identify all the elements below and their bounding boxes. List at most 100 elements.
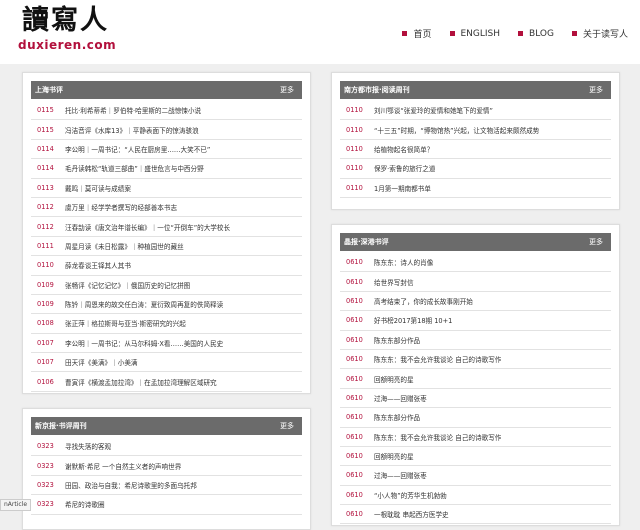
list-item[interactable]: 0323 希尼的诗歌圈 (31, 495, 302, 515)
item-title-link[interactable]: 陈钤｜周恩来的故交任白涛：夏衍致周再复的佚简释读 (65, 299, 223, 309)
item-title-link[interactable]: 陈东东：诗人的肖像 (374, 257, 433, 267)
panel-title[interactable]: 上海书评 (35, 86, 63, 94)
item-title-link[interactable]: 张正萍｜格拉斯哥与亚当·斯密研究的兴起 (65, 318, 186, 328)
list-item[interactable]: 0610 回额明亮的星 (340, 447, 611, 467)
item-title-link[interactable]: 给植物起名很简单？ (374, 144, 433, 154)
item-title-link[interactable]: 毛丹读韩松“轨道三部曲”｜盛世危言与中西分野 (65, 163, 204, 173)
panel-title[interactable]: 新京报·书评周刊 (35, 422, 87, 430)
item-title-link[interactable]: 寻找失落的客观 (65, 441, 111, 451)
item-title-link[interactable]: 田园、政治与自我：希尼诗歌里的多面乌托邦 (65, 480, 197, 490)
item-title-link[interactable]: “十三五”时期，“博物馆热”兴起，让文物活起来颇然成势 (374, 125, 539, 135)
item-title-link[interactable]: 高考结束了，你的成长故事刚开始 (374, 296, 473, 306)
list-item[interactable]: 0610 陈东东部分作品 (340, 331, 611, 350)
nav-item-english[interactable]: ENGLISH (449, 27, 500, 40)
item-title-link[interactable]: 李公明｜一周书记：“人民在厨房里……大笑不已” (65, 144, 210, 154)
item-title-link[interactable]: 戴鸣｜莫可读与成绩案 (65, 183, 131, 193)
list-item[interactable]: 0610 陈东东：诗人的肖像 (340, 253, 611, 273)
item-title-link[interactable]: 冯洁音评《水库13》｜平静表面下的惊涛骇浪 (65, 125, 199, 135)
panel-header: 南方都市报·阅读周刊 更多 (340, 81, 611, 99)
item-date: 0610 (346, 316, 363, 325)
list-item[interactable]: 0114 李公明｜一周书记：“人民在厨房里……大笑不已” (31, 140, 302, 160)
list-item[interactable]: 0610 陈东东部分作品 (340, 408, 611, 428)
more-link[interactable]: 更多 (589, 233, 603, 251)
list-item[interactable]: 0107 田天评《美满》｜小美满 (31, 353, 302, 373)
list-item[interactable]: 0110 1月第一期南都书单 (340, 179, 611, 198)
item-title-link[interactable]: 托比·利希蒂希｜罗伯特·哈里斯的二战惊悚小说 (65, 105, 201, 115)
list-item[interactable]: 0112 虞万里｜经学学者撰写的经部善本书志 (31, 198, 302, 218)
list-item[interactable]: 0610 陈东东：我不会允许我谈论 自己的诗歌写作 (340, 350, 611, 370)
site-logo[interactable]: 讀寫人 (22, 4, 109, 38)
nav-item-blog[interactable]: BLOG (518, 27, 554, 40)
list-item[interactable]: 0610 给世界写封信 (340, 272, 611, 292)
panel-header: 晶报·深港书评 更多 (340, 233, 611, 251)
item-title-link[interactable]: 周星月读《未日松露》｜种植园世的藏丝 (65, 241, 184, 251)
item-title-link[interactable]: 陈东东：我不会允许我谈论 自己的诗歌写作 (374, 354, 501, 364)
list-item[interactable]: 0113 戴鸣｜莫可读与成绩案 (31, 179, 302, 198)
site-logo-domain[interactable]: duxieren.com (18, 38, 116, 52)
list-item[interactable]: 0111 周星月读《未日松露》｜种植园世的藏丝 (31, 237, 302, 257)
list-item[interactable]: 0110 “十三五”时期，“博物馆热”兴起，让文物活起来颇然成势 (340, 120, 611, 140)
list-item[interactable]: 0112 汪春劼读《唐文治年谱长编》｜一位“开倒车”的大学校长 (31, 217, 302, 237)
nav-item-home[interactable]: 首页 (402, 27, 432, 40)
item-title-link[interactable]: 希尼的诗歌圈 (65, 499, 105, 509)
list-item[interactable]: 0110 给植物起名很简单？ (340, 140, 611, 160)
item-title-link[interactable]: 陈东东：我不会允许我谈论 自己的诗歌写作 (374, 432, 501, 442)
nav-item-about[interactable]: 关于读写人 (571, 27, 628, 40)
item-title-link[interactable]: 陈东东部分作品 (374, 412, 420, 422)
list-item[interactable]: 0107 李公明｜一周书记：从马尔科姆·X看……美国的人民史 (31, 334, 302, 354)
item-title-link[interactable]: 过海——回赠张枣 (374, 393, 427, 403)
item-date: 0323 (37, 500, 54, 509)
item-date: 0107 (37, 338, 54, 347)
item-title-link[interactable]: 保罗·索鲁的旅行之道 (374, 163, 435, 173)
list-item[interactable]: 0108 张正萍｜格拉斯哥与亚当·斯密研究的兴起 (31, 314, 302, 334)
list-item[interactable]: 0323 谢默斯·希尼 一个自然主义者的声响世界 (31, 456, 302, 476)
item-title-link[interactable]: 汪春劼读《唐文治年谱长编》｜一位“开倒车”的大学校长 (65, 222, 230, 232)
item-title-link[interactable]: 刘川鄂谈“张爱玲的爱情和她笔下的爱情” (374, 105, 493, 115)
panel-title[interactable]: 南方都市报·阅读周刊 (344, 86, 410, 94)
list-item[interactable]: 0323 田园、政治与自我：希尼诗歌里的多面乌托邦 (31, 476, 302, 496)
panel-title[interactable]: 晶报·深港书评 (344, 238, 389, 246)
item-date: 0106 (37, 377, 54, 386)
item-title-link[interactable]: “小人物”的芳华生机勃勃 (374, 490, 447, 500)
item-title-link[interactable]: 薛龙春谈王铎其人其书 (65, 260, 131, 270)
list-item[interactable]: 0610 回额明亮的星 (340, 369, 611, 389)
item-date: 0610 (346, 258, 363, 267)
item-title-link[interactable]: 回额明亮的星 (374, 451, 414, 461)
item-title-link[interactable]: 回额明亮的星 (374, 374, 414, 384)
item-title-link[interactable]: 1月第一期南都书单 (374, 183, 431, 193)
item-title-link[interactable]: 好书榜2017第18期 10+1 (374, 315, 452, 325)
site-header: 讀寫人 duxieren.com 首页 ENGLISH BLOG 关于读写人 (0, 0, 640, 64)
list-item[interactable]: 0610 好书榜2017第18期 10+1 (340, 311, 611, 331)
more-link[interactable]: 更多 (280, 417, 294, 435)
item-title-link[interactable]: 谢默斯·希尼 一个自然主义者的声响世界 (65, 461, 181, 471)
item-title-link[interactable]: 给世界写封信 (374, 277, 414, 287)
list-item[interactable]: 0610 过海——回赠张枣 (340, 466, 611, 486)
item-title-link[interactable]: 张畅评《记忆记忆》｜俄国历史的记忆拼图 (65, 280, 190, 290)
list-item[interactable]: 0610 过海——回赠张枣 (340, 389, 611, 409)
list-item[interactable]: 0110 薛龙春谈王铎其人其书 (31, 256, 302, 276)
more-link[interactable]: 更多 (280, 81, 294, 99)
item-date: 0610 (346, 393, 363, 402)
list-item[interactable]: 0610 一根耽耽 串起西方医学史 (340, 505, 611, 525)
list-item[interactable]: 0109 陈钤｜周恩来的故交任白涛：夏衍致周再复的佚简释读 (31, 295, 302, 315)
more-link[interactable]: 更多 (589, 81, 603, 99)
list-item[interactable]: 0610 高考结束了，你的成长故事刚开始 (340, 292, 611, 312)
item-title-link[interactable]: 虞万里｜经学学者撰写的经部善本书志 (65, 202, 177, 212)
item-title-link[interactable]: 曹寅评《横渡孟加拉湾》｜在孟加拉湾理解区域研究 (65, 377, 217, 387)
item-title-link[interactable]: 过海——回赠张枣 (374, 470, 427, 480)
item-title-link[interactable]: 陈东东部分作品 (374, 335, 420, 345)
list-item[interactable]: 0115 冯洁音评《水库13》｜平静表面下的惊涛骇浪 (31, 120, 302, 140)
list-item[interactable]: 0114 毛丹读韩松“轨道三部曲”｜盛世危言与中西分野 (31, 159, 302, 179)
list-item[interactable]: 0115 托比·利希蒂希｜罗伯特·哈里斯的二战惊悚小说 (31, 101, 302, 121)
item-title-link[interactable]: 田天评《美满》｜小美满 (65, 357, 138, 367)
panel-header: 上海书评 更多 (31, 81, 302, 99)
item-title-link[interactable]: 李公明｜一周书记：从马尔科姆·X看……美国的人民史 (65, 338, 223, 348)
list-item[interactable]: 0106 曹寅评《横渡孟加拉湾》｜在孟加拉湾理解区域研究 (31, 372, 302, 392)
list-item[interactable]: 0610 “小人物”的芳华生机勃勃 (340, 486, 611, 506)
list-item[interactable]: 0109 张畅评《记忆记忆》｜俄国历史的记忆拼图 (31, 276, 302, 295)
list-item[interactable]: 0110 保罗·索鲁的旅行之道 (340, 159, 611, 179)
list-item[interactable]: 0110 刘川鄂谈“张爱玲的爱情和她笔下的爱情” (340, 101, 611, 121)
item-date: 0107 (37, 358, 54, 367)
list-item[interactable]: 0610 陈东东：我不会允许我谈论 自己的诗歌写作 (340, 428, 611, 447)
list-item[interactable]: 0323 寻找失落的客观 (31, 437, 302, 457)
